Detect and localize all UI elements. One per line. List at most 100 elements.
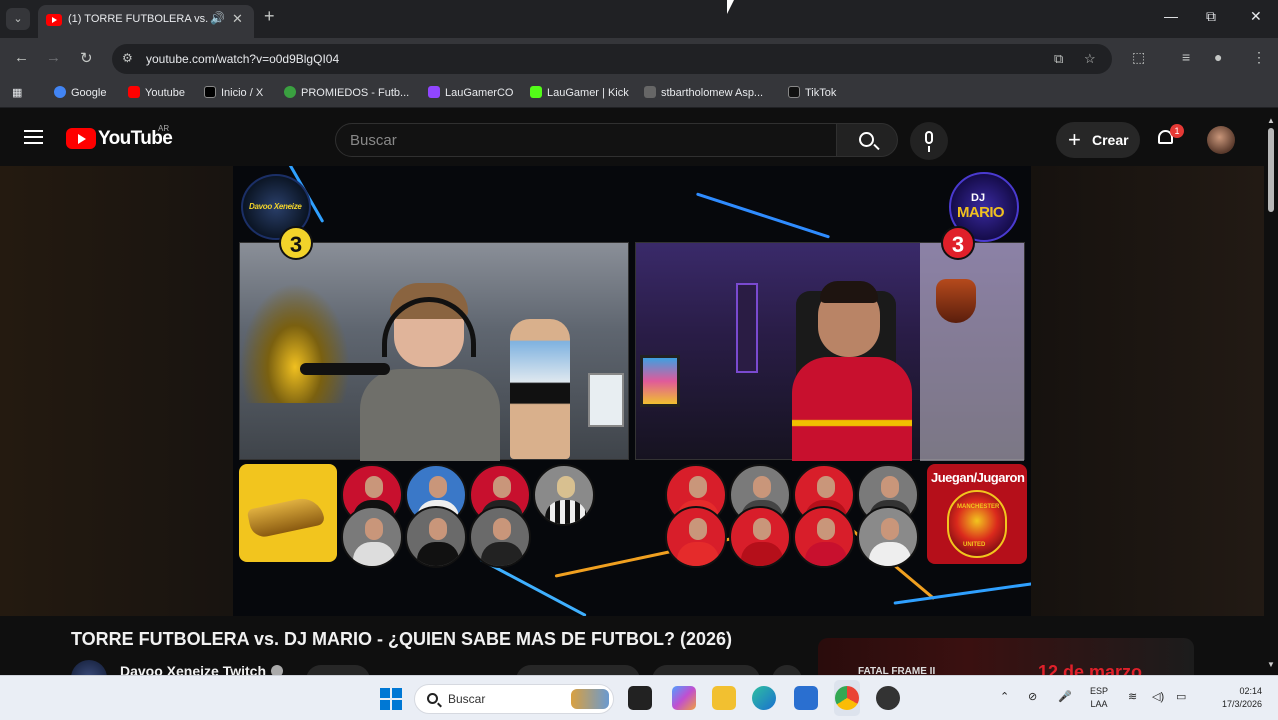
tiktok-icon — [788, 86, 800, 98]
video-player[interactable]: Davoo Xeneize DJ MARIO 3 3 Juegan/Jugaro… — [233, 166, 1031, 616]
player-avatar — [665, 506, 727, 568]
bookmark-tiktok[interactable]: TikTok — [788, 86, 836, 99]
manchester-united-crest-icon: MANCHESTER UNITED — [947, 490, 1007, 558]
microphone-icon — [925, 131, 933, 152]
microsoft-store-icon[interactable] — [794, 686, 818, 710]
search-highlight-image — [571, 689, 609, 709]
score-left: 3 — [279, 226, 313, 260]
chrome-icon[interactable] — [835, 686, 859, 710]
scroll-thumb[interactable] — [1268, 128, 1274, 212]
scroll-up-icon[interactable]: ▲ — [1267, 116, 1275, 125]
create-label: Crear — [1092, 132, 1129, 148]
windows-start-icon[interactable] — [380, 688, 402, 710]
bookmark-x[interactable]: Inicio / X — [204, 86, 263, 99]
search-button[interactable] — [836, 123, 898, 157]
microphone-tray-icon[interactable]: 🎤 — [1058, 690, 1072, 703]
battery-icon[interactable]: ▭ — [1176, 690, 1186, 703]
search-input[interactable]: Buscar — [335, 123, 837, 157]
google-icon — [54, 86, 66, 98]
player-avatar — [857, 506, 919, 568]
light-streak — [695, 192, 831, 239]
youtube-header: YouTube AR Buscar + Crear 1 — [0, 114, 1264, 166]
mouse-cursor-icon — [727, 0, 734, 14]
manchester-united-card: Juegan/Jugaron MANCHESTER UNITED — [927, 464, 1027, 564]
task-view-icon[interactable] — [628, 686, 652, 710]
youtube-logo-icon[interactable] — [66, 128, 96, 149]
lion-logo-icon — [936, 279, 976, 323]
microphone-arm — [300, 363, 390, 375]
mu-card-label: Juegan/Jugaron — [931, 470, 1025, 485]
address-bar[interactable]: ⚙ youtube.com/watch?v=o0d9BlgQI04 ⧉ ☆ — [112, 44, 1112, 74]
scroll-down-icon[interactable]: ▼ — [1267, 660, 1275, 669]
site-info-icon[interactable]: ⚙ — [122, 51, 133, 65]
golden-boot-icon — [246, 494, 326, 540]
streamer-right — [792, 281, 912, 461]
maximize-button[interactable]: ⧉ — [1206, 8, 1216, 25]
stadium-backdrop — [240, 283, 350, 403]
bookmark-twitch[interactable]: LauGamerCO — [428, 86, 513, 99]
search-placeholder: Buscar — [350, 132, 397, 149]
player-avatar — [533, 464, 595, 526]
copilot-icon[interactable] — [672, 686, 696, 710]
right-webcam-feed — [635, 242, 1025, 461]
player-avatar — [405, 506, 467, 568]
minimize-button[interactable]: — — [1164, 8, 1178, 24]
apps-grid-icon[interactable]: ▦ — [12, 86, 22, 99]
taskbar-search-input[interactable]: Buscar — [414, 684, 614, 714]
player-avatar — [793, 506, 855, 568]
forward-button[interactable]: → — [46, 49, 61, 66]
volume-icon[interactable]: ◁) — [1152, 690, 1164, 703]
media-control-icon[interactable]: ≡ — [1182, 49, 1190, 65]
menu-kebab-icon[interactable]: ⋮ — [1252, 49, 1266, 66]
create-button[interactable]: + Crear — [1056, 122, 1140, 158]
bookmark-stbartholomew[interactable]: stbartholomew Asp... — [644, 86, 763, 99]
file-explorer-icon[interactable] — [712, 686, 736, 710]
speaker-icon[interactable]: 🔊 — [210, 11, 225, 25]
youtube-favicon-icon — [46, 14, 62, 26]
video-title: TORRE FUTBOLERA vs. DJ MARIO - ¿QUIEN SA… — [71, 629, 733, 649]
search-icon — [427, 693, 438, 704]
page-scrollbar[interactable]: ▲ ▼ — [1264, 114, 1278, 676]
score-right: 3 — [941, 226, 975, 260]
search-icon — [859, 132, 874, 147]
tab-youtube[interactable]: (1) TORRE FUTBOLERA vs. DJ MARIO 🔊 ✕ — [38, 5, 254, 38]
promiedos-icon — [284, 86, 296, 98]
tab-search-button[interactable]: ⌄ — [6, 8, 30, 30]
youtube-icon — [128, 86, 140, 98]
site-icon — [644, 86, 656, 98]
bookmark-star-icon[interactable]: ☆ — [1084, 51, 1096, 67]
install-app-icon[interactable]: ⧉ — [1054, 51, 1063, 67]
maradona-poster — [510, 319, 570, 459]
close-tab-icon[interactable]: ✕ — [232, 11, 243, 27]
new-tab-button[interactable]: + — [264, 6, 275, 27]
network-off-icon[interactable]: ⊘ — [1028, 690, 1037, 703]
show-hidden-icons[interactable]: ⌃ — [1000, 690, 1009, 703]
close-window-button[interactable]: ✕ — [1250, 8, 1262, 25]
country-code: AR — [158, 124, 170, 133]
account-avatar[interactable] — [1207, 126, 1235, 154]
edge-icon[interactable] — [752, 686, 776, 710]
x-icon — [204, 86, 216, 98]
language-indicator[interactable]: ESP LAA — [1090, 685, 1108, 711]
profile-icon[interactable]: ● — [1214, 49, 1222, 65]
player-avatar — [729, 506, 791, 568]
url-text[interactable]: youtube.com/watch?v=o0d9BlgQI04 — [146, 52, 339, 66]
tab-title: (1) TORRE FUTBOLERA vs. DJ MARIO — [68, 13, 208, 25]
bookmark-kick[interactable]: LauGamer | Kick — [530, 86, 629, 99]
voice-search-button[interactable] — [910, 122, 948, 160]
notifications-button[interactable]: 1 — [1156, 124, 1184, 148]
left-webcam-feed — [239, 242, 629, 461]
bookmark-google[interactable]: Google — [54, 86, 106, 99]
twitch-icon — [428, 86, 440, 98]
bookmark-promiedos[interactable]: PROMIEDOS - Futb... — [284, 86, 409, 99]
menu-icon[interactable] — [24, 130, 43, 144]
extensions-icon[interactable]: ⬚ — [1132, 49, 1145, 66]
bookmark-youtube[interactable]: Youtube — [128, 86, 185, 99]
reload-button[interactable]: ↻ — [80, 49, 93, 67]
clock[interactable]: 02:14 17/3/2026 — [1206, 685, 1262, 711]
browser-toolbar: ← → ↻ ⚙ youtube.com/watch?v=o0d9BlgQI04 … — [0, 38, 1278, 80]
windows-taskbar: Buscar ⌃ ⊘ 🎤 ESP LAA ≋ ◁) ▭ 02:14 17/3/202… — [0, 675, 1278, 720]
wifi-icon[interactable]: ≋ — [1128, 690, 1137, 703]
app-icon[interactable] — [876, 686, 900, 710]
back-button[interactable]: ← — [14, 49, 29, 66]
